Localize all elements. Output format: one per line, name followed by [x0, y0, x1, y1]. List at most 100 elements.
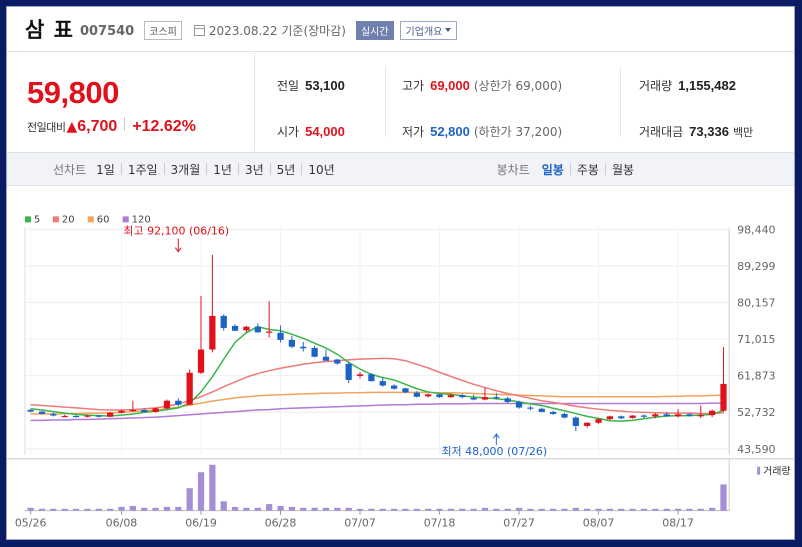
trade-value-unit: 백만	[732, 126, 754, 139]
tab-daily[interactable]: 일봉	[536, 161, 570, 178]
volume-bar	[186, 488, 193, 511]
tab-monthly[interactable]: 월봉	[606, 161, 640, 178]
price-chart[interactable]: 5 20 60 120 최고 92,100 (06/16) 최저 48,000 (07…	[7, 187, 794, 541]
divider	[385, 67, 386, 137]
volume: 거래량 1,155,482	[639, 77, 736, 94]
volume-bar	[141, 507, 148, 511]
candle-body	[277, 332, 284, 340]
candle-body	[220, 315, 227, 328]
volume-bar	[618, 508, 625, 511]
volume-bar	[72, 508, 80, 511]
high-label: 고가	[402, 79, 425, 93]
volume-bar	[175, 506, 182, 511]
candle-body	[61, 415, 68, 418]
volume-bar	[118, 506, 125, 511]
volume-bar	[515, 507, 523, 511]
volume-bar	[254, 507, 261, 511]
moving-average-lines	[30, 325, 724, 422]
candle-body	[300, 346, 307, 349]
volume-bar	[447, 508, 455, 511]
candle-body	[720, 383, 727, 411]
company-overview-dropdown[interactable]: 기업개요	[399, 20, 458, 40]
candle-body	[606, 416, 614, 420]
y-tick-label: 43,590	[737, 443, 775, 456]
volume-bar	[379, 508, 386, 511]
legend-swatch-5	[24, 216, 31, 223]
volume-value: 1,155,482	[678, 78, 736, 93]
x-tick-label: 06/08	[106, 517, 138, 530]
line-chart-title: 선차트	[53, 162, 87, 177]
candle-body	[686, 414, 693, 416]
x-tick-label: 05/26	[15, 517, 47, 530]
volume-bar	[561, 508, 568, 511]
x-tick-label: 08/07	[583, 517, 615, 530]
lower-limit: (하한가 37,200)	[473, 125, 563, 139]
candle-body	[266, 331, 273, 333]
tab-3y[interactable]: 3년	[239, 161, 270, 178]
stats-grid: 전일 53,100 고가 69,000 (상한가 69,000) 거래량 1,1…	[255, 53, 796, 151]
stock-widget: 삼 표 007540 코스피 2023.08.22 기준(장마감) 실시간 기업…	[6, 6, 795, 540]
volume-bar	[129, 505, 136, 511]
company-overview-label: 기업개요	[405, 26, 443, 38]
y-tick-label: 71,015	[737, 333, 775, 346]
tab-3m[interactable]: 3개월	[165, 161, 207, 178]
tab-10y[interactable]: 10년	[302, 161, 340, 178]
open-label: 시가	[277, 125, 300, 139]
volume-bar	[61, 508, 68, 511]
candle-body	[345, 363, 352, 380]
volume-bar	[527, 508, 534, 511]
open-price: 시가 54,000	[277, 123, 345, 140]
volume-bar	[107, 508, 114, 511]
volume-bar	[152, 507, 159, 511]
candle-body	[425, 394, 432, 397]
candle-body	[640, 415, 648, 417]
price-summary: 59,800 전일대비 ▲ 6,700 +12.62%	[7, 53, 255, 151]
divider	[620, 67, 621, 137]
candle-body	[72, 415, 80, 418]
x-tick-label: 07/07	[344, 517, 376, 530]
candle-body	[470, 397, 477, 400]
tab-1w[interactable]: 1주일	[122, 161, 164, 178]
volume-bar	[425, 508, 432, 511]
volume-bar	[652, 508, 659, 511]
tab-5y[interactable]: 5년	[271, 161, 302, 178]
divider	[124, 117, 126, 131]
y-tick-label: 80,157	[737, 296, 775, 309]
candle-body	[186, 372, 193, 405]
tab-weekly[interactable]: 주봉	[571, 161, 605, 178]
volume-bar	[345, 507, 352, 511]
candle-body	[152, 408, 159, 412]
open-value: 54,000	[305, 124, 345, 139]
prev-close-label: 전일	[277, 79, 300, 93]
candle-body	[447, 395, 455, 398]
candle-body	[459, 395, 466, 398]
candle-body	[413, 392, 420, 397]
candle-body	[84, 415, 91, 417]
legend-swatch-120	[122, 216, 129, 223]
candle-body	[390, 385, 398, 389]
tab-1d[interactable]: 1일	[92, 161, 121, 178]
candle-body	[595, 419, 602, 423]
candle-body	[322, 356, 330, 361]
candle-body	[709, 410, 716, 416]
x-tick-label: 06/28	[265, 517, 297, 530]
volume-bar	[84, 508, 91, 511]
legend-swatch-20	[52, 216, 59, 223]
candle-chart-title: 봉차트	[496, 162, 530, 177]
volume-bar	[663, 508, 670, 511]
volume-bar	[402, 508, 409, 511]
candle-body	[288, 339, 295, 347]
candle-body	[27, 409, 34, 412]
volume-bar	[277, 505, 284, 511]
volume-legend-swatch	[757, 466, 761, 475]
volume-bar	[629, 508, 636, 511]
candle-body	[254, 326, 261, 333]
tab-1y[interactable]: 1년	[207, 161, 238, 178]
volume-bar	[674, 508, 682, 511]
volume-bar	[288, 506, 295, 511]
volume-bar	[697, 508, 704, 511]
candle-body	[549, 411, 557, 414]
candle-body	[527, 407, 534, 409]
realtime-button[interactable]: 실시간	[355, 20, 394, 40]
volume-bar	[368, 508, 375, 511]
